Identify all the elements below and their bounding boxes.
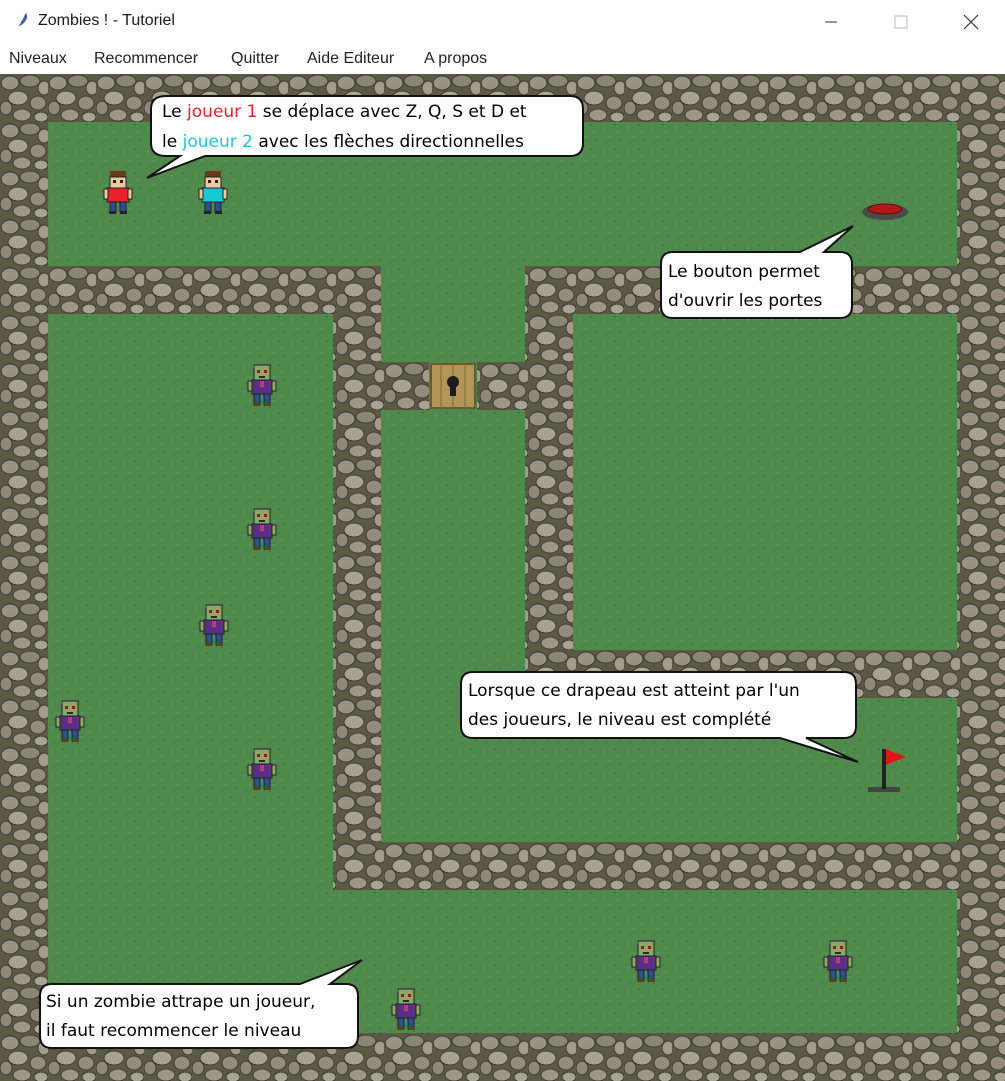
tip-zombie-line1: Si un zombie attrape un joueur,: [46, 992, 315, 1012]
player2-label: joueur 2: [182, 132, 253, 152]
game-canvas[interactable]: Le joueur 1 se déplace avec Z, Q, S et D…: [0, 74, 1005, 1081]
svg-text:le joueur 2 avec les flèches d: le joueur 2 avec les flèches directionne…: [162, 132, 524, 152]
menu-quitter[interactable]: Quitter: [231, 50, 279, 68]
maximize-icon: [894, 15, 908, 29]
tip-zombie-line2: il faut recommencer le niveau: [46, 1021, 301, 1041]
menu-recommencer[interactable]: Recommencer: [94, 50, 198, 68]
minimize-button[interactable]: [808, 0, 854, 44]
tip-controls-text: avec les flèches directionnelles: [253, 132, 524, 152]
title-bar: Zombies ! - Tutoriel: [0, 0, 1005, 44]
menu-aide-editeur[interactable]: Aide Editeur: [307, 50, 394, 68]
tip-flag-line2: des joueurs, le niveau est complété: [468, 710, 771, 730]
feather-icon: [14, 13, 28, 33]
svg-text:Le joueur 1 se déplace avec Z,: Le joueur 1 se déplace avec Z, Q, S et D…: [162, 102, 527, 122]
close-icon: [963, 14, 979, 30]
menu-bar: Niveaux Recommencer Quitter Aide Editeur…: [0, 46, 1005, 74]
player1-label: joueur 1: [186, 102, 257, 122]
maximize-button[interactable]: [878, 0, 924, 44]
window-title: Zombies ! - Tutoriel: [38, 12, 175, 29]
menu-niveaux[interactable]: Niveaux: [9, 50, 67, 68]
minimize-icon: [825, 21, 837, 23]
tip-button-line2: d'ouvrir les portes: [668, 291, 823, 311]
tip-controls-text: le: [162, 132, 183, 152]
menu-a-propos[interactable]: A propos: [424, 50, 487, 68]
grass-floor: [0, 74, 1005, 1081]
close-button[interactable]: [948, 0, 994, 44]
tip-button-line1: Le bouton permet: [668, 262, 820, 282]
tip-flag-line1: Lorsque ce drapeau est atteint par l'un: [468, 681, 800, 701]
tip-controls-text: Le: [162, 102, 187, 122]
locked-door: [430, 363, 476, 409]
tip-controls-text: se déplace avec Z, Q, S et D et: [257, 102, 527, 122]
pressure-button: [862, 203, 908, 220]
